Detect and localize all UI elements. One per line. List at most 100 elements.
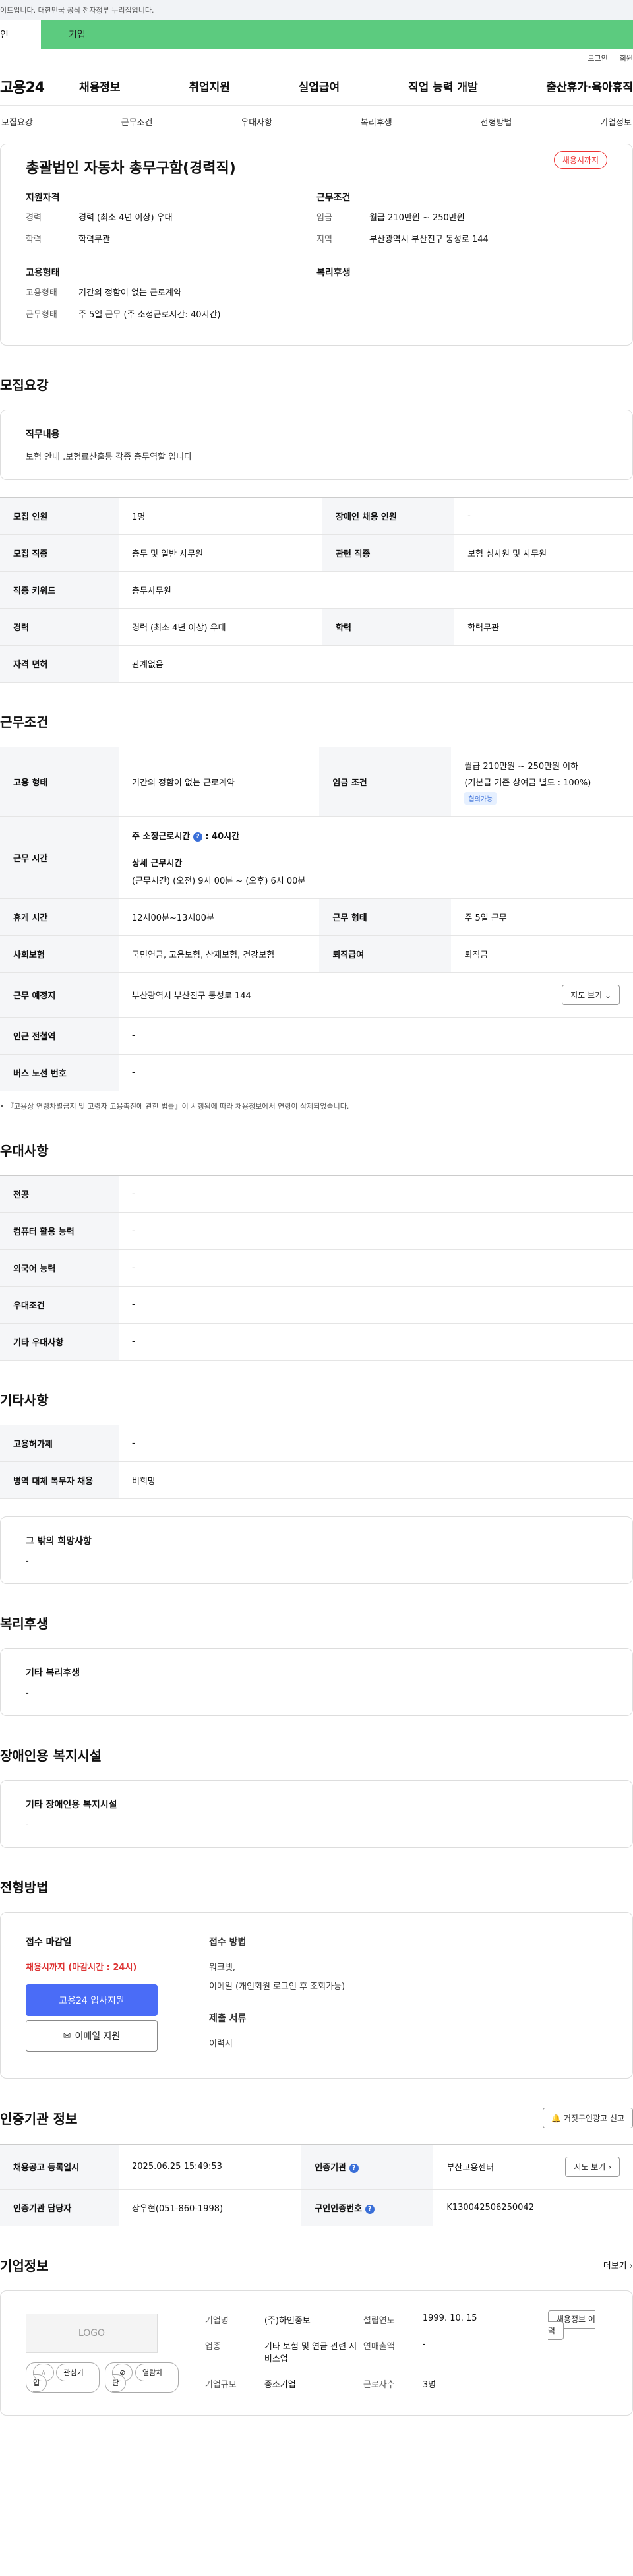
table-cell: 12시00분~13시00분 [119, 898, 320, 936]
table-row: 모집 직종 총무 및 일반 사무원 관련 직종 보험 심사원 및 사무원 [0, 534, 633, 572]
company-logo: LOGO [26, 2314, 158, 2353]
field-key: 기업규모 [204, 2380, 237, 2390]
field-value: 3명 [422, 2380, 437, 2390]
company-logo-area: LOGO ☆ 관심기업 ⊘ 열람차단 [26, 2314, 179, 2393]
row-value: 월급 210만원 ~ 250만원 [369, 213, 465, 223]
info-icon[interactable]: ? [193, 832, 202, 842]
row-key: 경력 [26, 213, 42, 223]
table-header-cell: 모집 직종 [0, 534, 119, 572]
table-header-cell: 관련 직종 [322, 534, 455, 572]
table-row: 휴게 시간 12시00분~13시00분 근무 형태 주 5일 근무 [0, 898, 633, 936]
info-icon[interactable]: ? [365, 2204, 375, 2214]
company-fields: 기업명 (주)하인중보 설립연도 1999. 10. 15 업종 기타 보험 및 연금… [205, 2314, 522, 2393]
anchor-selection[interactable]: 전형방법 [481, 115, 512, 128]
summary-block-employment: 고용형태 고용형태 기간의 정함이 없는 근로계약 근무형태 주 5일 근무 (주 … [26, 266, 316, 329]
work-address: 부산광역시 부산진구 동성로 144 [132, 991, 251, 1001]
site-logo[interactable]: 고용24 [0, 76, 79, 97]
gnb-item-parental-leave[interactable]: 출산휴가·육아휴직 [546, 78, 633, 94]
row-value: 주 5일 근무 (주 소정근로시간: 40시간) [78, 310, 221, 320]
weekly-hours-value: : 40시간 [205, 832, 240, 842]
table-cell: 퇴직금 [451, 935, 633, 973]
more-label: 더보기 [603, 2261, 627, 2271]
more-link[interactable]: 더보기 › [603, 2259, 633, 2271]
method-line: 워크넷, [209, 1963, 236, 1973]
documents-heading: 제출 서류 [209, 2013, 247, 2024]
tab-company[interactable]: 기업 [41, 20, 633, 49]
table-cell: 경력 (최소 4년 이상) 우대 [119, 608, 323, 646]
row-key: 고용형태 [26, 288, 57, 298]
table-cell: 총무 및 일반 사무원 [119, 534, 323, 572]
section-title-cert: 인증기관 정보 [0, 2111, 78, 2127]
jobs-history-button[interactable]: 채용정보 이력 [547, 2310, 595, 2340]
table-cell: - [119, 1175, 633, 1213]
email-apply-label: 이메일 지원 [75, 2031, 121, 2042]
table-cell: 2025.06.25 15:49:53 [119, 2144, 302, 2190]
table-header-cell: 인근 전철역 [0, 1017, 119, 1055]
anchor-preference[interactable]: 우대사항 [241, 115, 272, 128]
login-link[interactable]: 로그인 [588, 53, 607, 63]
table-cell: 국민연금, 고용보험, 산재보험, 건강보험 [119, 935, 320, 973]
cert-map-button[interactable]: 지도 보기 › [565, 2157, 620, 2177]
row-value: 학력무관 [78, 235, 110, 245]
table-cell: 학력무관 [454, 608, 633, 646]
table-row: 채용공고 등록일시 2025.06.25 15:49:53 인증기관 ? 부산고용… [0, 2144, 633, 2190]
table-header-cell: 병역 대체 복무자 채용 [0, 1461, 119, 1499]
apply-button[interactable]: 고용24 입사지원 [26, 1984, 158, 2016]
table-header-cell: 버스 노선 번호 [0, 1054, 119, 1091]
utility-links: 로그인 회원 [0, 49, 633, 67]
section-title-preference: 우대사항 [0, 1143, 49, 1159]
row-value: 경력 (최소 4년 이상) 우대 [78, 213, 173, 223]
favorite-company-button[interactable]: ☆ 관심기업 [26, 2362, 100, 2393]
table-cell: - [119, 1249, 633, 1287]
report-fake-ad-button[interactable]: 🔔 거짓구인광고 신고 [543, 2108, 633, 2128]
signup-link[interactable]: 회원 [620, 53, 633, 63]
table-row: 외국어 능력 - [0, 1249, 633, 1287]
table-cell: - [119, 1054, 633, 1091]
info-icon[interactable]: ? [349, 2163, 359, 2173]
table-cell: - [119, 1017, 633, 1055]
global-nav: 고용24 채용정보 취업지원 실업급여 직업 능력 개발 출산휴가·육아휴직 [0, 67, 633, 106]
duty-text: 보험 안내 .보험료산출등 각종 총무역할 입니다 [26, 452, 193, 462]
field-value: 기타 보험 및 연금 관련 서비스업 [264, 2342, 357, 2364]
anchor-welfare[interactable]: 복리후생 [361, 115, 392, 128]
map-button-label: 지도 보기 [570, 991, 603, 1000]
gnb-item-employment-support[interactable]: 취업지원 [189, 78, 230, 94]
section-title-selection: 전형방법 [0, 1880, 49, 1895]
cert-org-cell: 부산고용센터 지도 보기 › [433, 2144, 633, 2190]
chevron-down-icon: ⌄ [604, 991, 611, 1000]
section-title-recruit: 모집요강 [0, 377, 49, 393]
field-key: 설립연도 [363, 2316, 395, 2326]
other-wishes-heading: 그 밖의 희망사항 [26, 1536, 92, 1547]
anchor-company[interactable]: 기업정보 [600, 115, 632, 128]
table-header-cell: 구인인증번호 ? [301, 2189, 434, 2226]
page: 이트입니다. 대한민국 공식 전자정부 누리집입니다. 인 기업 로그인 회원 … [0, 0, 633, 2576]
gnb-item-skills[interactable]: 직업 능력 개발 [408, 78, 478, 94]
gnb-item-unemployment-benefit[interactable]: 실업급여 [299, 78, 340, 94]
weekly-hours-label: 주 소정근로시간 [132, 832, 191, 842]
gnb-item-jobs[interactable]: 채용정보 [79, 78, 121, 94]
anchor-conditions[interactable]: 근무조건 [121, 115, 153, 128]
table-cell: 보험 심사원 및 사무원 [454, 534, 633, 572]
recruit-table: 모집 인원 1명 장애인 채용 인원 - 모집 직종 총무 및 일반 사무원 관련 직… [0, 497, 633, 683]
table-header-cell: 기타 우대사항 [0, 1323, 119, 1361]
table-header-cell: 근무 예정지 [0, 972, 119, 1018]
map-button[interactable]: 지도 보기 ⌄ [562, 985, 620, 1005]
block-button[interactable]: ⊘ 열람차단 [105, 2362, 179, 2393]
disabled-facilities-box: 기타 장애인용 복지시설 - [0, 1780, 633, 1848]
block-heading: 지원자격 [26, 193, 60, 203]
table-header-cell: 인증기관 담당자 [0, 2189, 119, 2226]
table-cell: K130042506250042 [433, 2189, 633, 2226]
deadline-value: 채용시까지 (마감시간 : 24시) [26, 1963, 137, 1973]
documents-value: 이력서 [209, 2039, 233, 2049]
anchor-recruit[interactable]: 모집요강 [1, 115, 33, 128]
email-apply-button[interactable]: ✉ 이메일 지원 [26, 2020, 158, 2052]
disabled-facilities-heading: 기타 장애인용 복지시설 [26, 1800, 117, 1810]
tab-personal[interactable]: 인 [0, 20, 41, 49]
detail-hours-label: 상세 근무시간 [132, 859, 183, 869]
detail-hours-value: (근무시간) (오전) 9시 00분 ~ (오후) 6시 00분 [132, 876, 306, 886]
row-key: 근무형태 [26, 310, 57, 320]
table-row: 직종 키워드 총무사무원 [0, 571, 633, 609]
table-header-cell: 직종 키워드 [0, 571, 119, 609]
gnb-menu: 채용정보 취업지원 실업급여 직업 능력 개발 출산휴가·육아휴직 [79, 78, 633, 94]
section-title-disabled-facilities: 장애인용 복지시설 [0, 1748, 102, 1763]
